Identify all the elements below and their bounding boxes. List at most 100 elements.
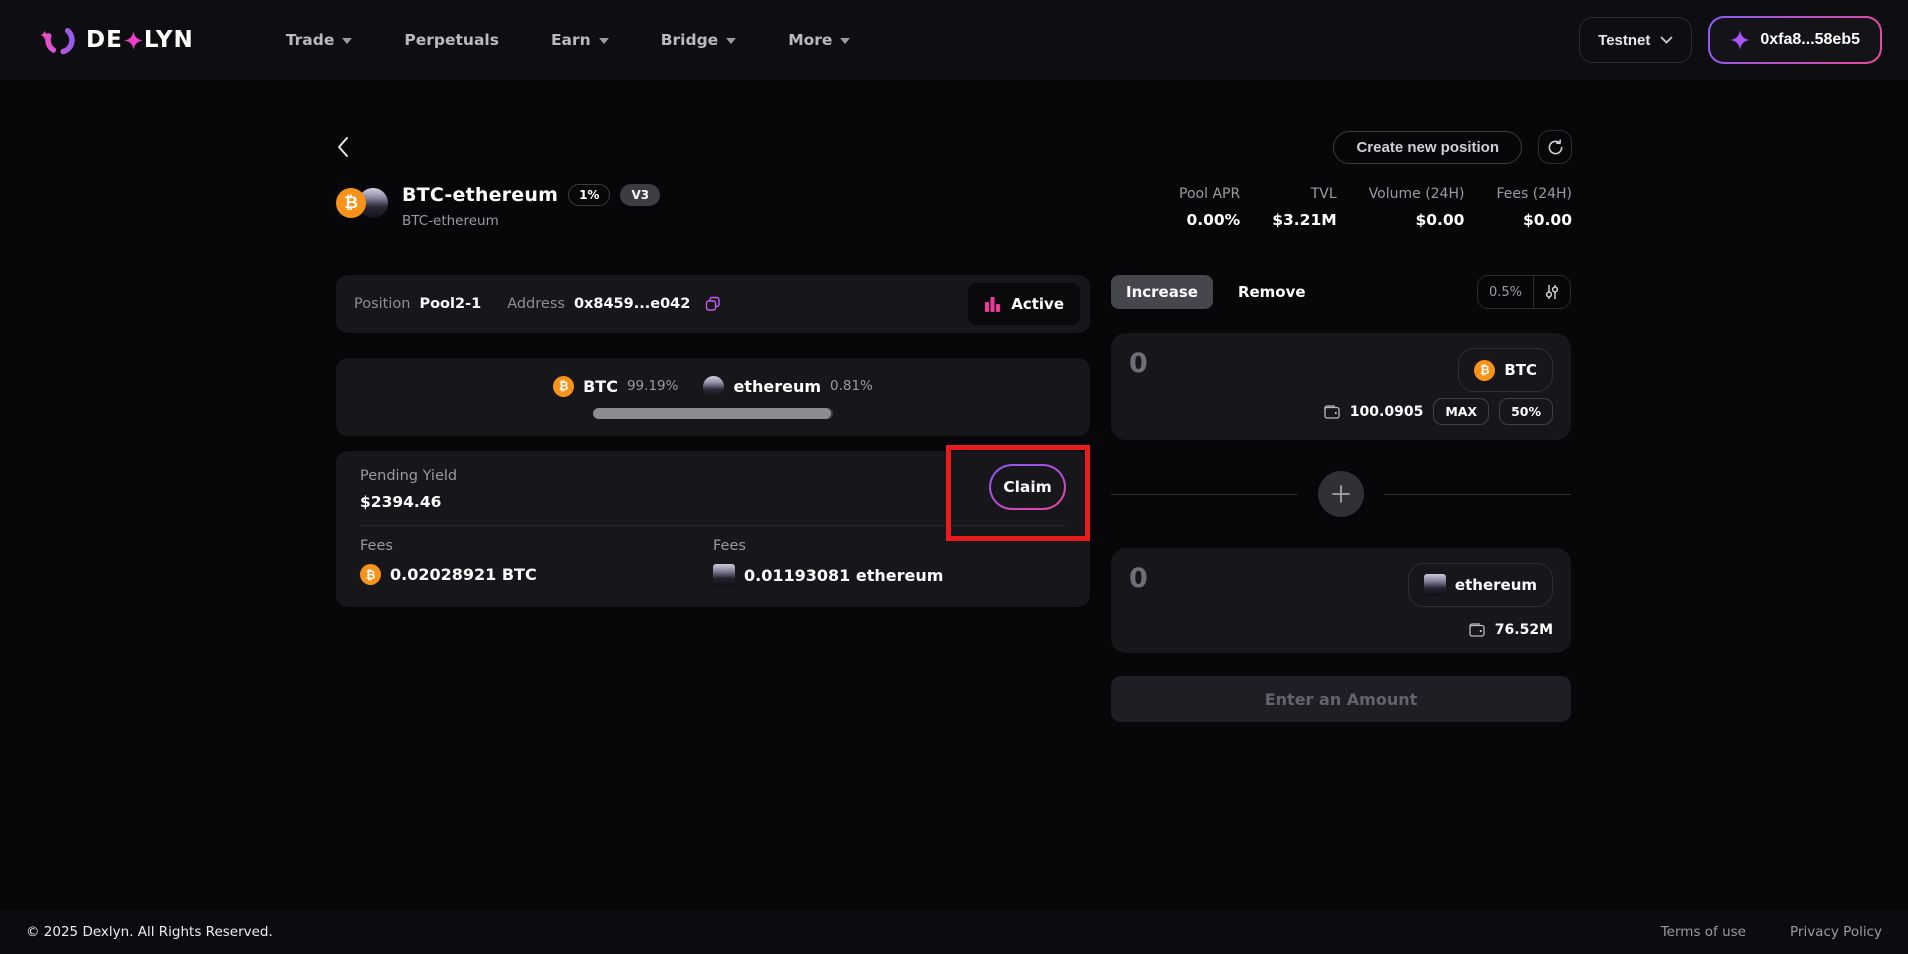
ethereum-icon [713, 564, 735, 586]
wallet-star-icon [1730, 30, 1750, 50]
claim-button[interactable]: Claim [989, 464, 1066, 510]
pool-subtitle: BTC-ethereum [402, 213, 660, 229]
fees-label: Fees [713, 538, 1066, 554]
refresh-button[interactable] [1538, 130, 1572, 164]
pool-token-icons: ₿ [336, 188, 388, 218]
divider-line [1384, 494, 1571, 495]
version-badge: V3 [620, 184, 660, 206]
nav-perpetuals[interactable]: Perpetuals [404, 31, 499, 49]
stat-label: Pool APR [1179, 186, 1240, 202]
token-a-symbol: BTC [1504, 361, 1537, 379]
stat-label: Fees (24H) [1496, 186, 1572, 202]
token-ratio-card: ₿ BTC 99.19% ethereum 0.81% [336, 358, 1090, 436]
fee-tier-badge: 1% [568, 184, 610, 206]
fees-ethereum-amount: 0.01193081 ethereum [744, 566, 943, 585]
copyright-text: © 2025 Dexlyn. All Rights Reserved. [26, 924, 273, 940]
nav-perpetuals-label: Perpetuals [404, 31, 499, 49]
nav-bridge-label: Bridge [661, 31, 718, 49]
fees-btc-column: Fees ₿ 0.02028921 BTC [360, 538, 713, 586]
brand-x-icon [124, 31, 143, 50]
wallet-icon [1469, 623, 1485, 637]
pool-stats: Pool APR 0.00% TVL $3.21M Volume (24H) $… [1179, 184, 1572, 229]
refresh-icon [1547, 139, 1564, 156]
main-content: Create new position ₿ BTC-ethereum 1% V3 [0, 80, 1908, 910]
wallet-icon [1324, 405, 1340, 419]
caret-down-icon [342, 38, 352, 44]
back-button[interactable] [336, 130, 370, 164]
caret-down-icon [599, 38, 609, 44]
slippage-settings: 0.5% [1477, 275, 1571, 309]
dexlyn-logo[interactable]: DELYN [40, 20, 194, 60]
max-button[interactable]: MAX [1433, 398, 1489, 425]
nav-more-label: More [788, 31, 832, 49]
divider [360, 525, 1066, 526]
nav-earn[interactable]: Earn [551, 31, 609, 49]
stat-value: 0.00% [1186, 211, 1240, 229]
token-b-amount-input[interactable] [1129, 563, 1329, 594]
create-new-position-button[interactable]: Create new position [1333, 131, 1522, 164]
ratio-token-b-symbol: ethereum [733, 377, 821, 396]
fees-ethereum-column: Fees 0.01193081 ethereum [713, 538, 1066, 586]
nav-earn-label: Earn [551, 31, 591, 49]
copy-address-icon[interactable] [705, 296, 721, 312]
stat-fees-24h: Fees (24H) $0.00 [1496, 186, 1572, 229]
pool-title: BTC-ethereum [402, 184, 558, 206]
ethereum-icon [703, 376, 724, 397]
token-a-input-card: ₿ BTC 100.0905 MAX 50% [1111, 333, 1571, 440]
nav-trade-label: Trade [286, 31, 335, 49]
btc-icon: ₿ [553, 376, 574, 397]
stat-label: TVL [1311, 186, 1337, 202]
caret-down-icon [840, 38, 850, 44]
status-text: Active [1011, 295, 1064, 313]
pool-header: ₿ BTC-ethereum 1% V3 BTC-ethereum [336, 184, 660, 229]
status-badge: Active [968, 283, 1080, 325]
btc-icon: ₿ [360, 564, 381, 585]
token-a-balance: 100.0905 [1350, 404, 1424, 420]
settings-sliders-icon[interactable] [1534, 276, 1570, 308]
nav-trade[interactable]: Trade [286, 31, 353, 49]
terms-of-use-link[interactable]: Terms of use [1661, 924, 1746, 940]
stat-label: Volume (24H) [1369, 186, 1465, 202]
ethereum-icon [1424, 574, 1446, 596]
wallet-address-button[interactable]: 0xfa8...58eb5 [1708, 16, 1882, 64]
token-a-amount-input[interactable] [1129, 348, 1329, 379]
address-value: 0x8459...e042 [574, 296, 690, 312]
stat-tvl: TVL $3.21M [1272, 186, 1336, 229]
caret-down-icon [726, 38, 736, 44]
position-value: Pool2-1 [419, 296, 481, 312]
network-name: Testnet [1598, 32, 1650, 49]
half-button[interactable]: 50% [1499, 398, 1553, 425]
top-navigation-bar: DELYN Trade Perpetuals Earn Bridge More … [0, 0, 1908, 80]
token-b-balance: 76.52M [1495, 622, 1553, 638]
stat-value: $3.21M [1272, 211, 1336, 229]
token-b-input-card: ethereum 76.52M [1111, 548, 1571, 653]
back-chevron-icon [336, 136, 349, 158]
chevron-down-icon [1660, 36, 1673, 44]
stat-volume-24h: Volume (24H) $0.00 [1369, 186, 1465, 229]
ratio-token-a-symbol: BTC [583, 377, 618, 396]
pending-yield-value: $2394.46 [360, 493, 1066, 511]
btc-icon: ₿ [1474, 360, 1495, 381]
tab-increase[interactable]: Increase [1111, 275, 1213, 309]
brand-wordmark: DELYN [86, 27, 194, 53]
enter-amount-button[interactable]: Enter an Amount [1111, 676, 1571, 722]
main-nav: Trade Perpetuals Earn Bridge More [286, 31, 851, 49]
pending-yield-label: Pending Yield [360, 468, 1066, 484]
fees-btc-amount: 0.02028921 BTC [390, 565, 537, 584]
ratio-progress-fill [593, 408, 831, 419]
manage-tabs: Increase Remove 0.5% [1111, 275, 1571, 309]
fees-label: Fees [360, 538, 713, 554]
tab-remove[interactable]: Remove [1238, 283, 1306, 301]
ratio-token-b-percent: 0.81% [830, 378, 873, 394]
header-right: Testnet 0xfa8...58eb5 [1579, 16, 1882, 64]
plus-icon[interactable] [1318, 471, 1364, 517]
nav-bridge[interactable]: Bridge [661, 31, 736, 49]
nav-more[interactable]: More [788, 31, 850, 49]
token-a-selector[interactable]: ₿ BTC [1458, 348, 1553, 392]
token-b-selector[interactable]: ethereum [1408, 563, 1553, 607]
ratio-progress-bar [593, 408, 833, 419]
network-selector-button[interactable]: Testnet [1579, 17, 1692, 63]
wallet-address-text: 0xfa8...58eb5 [1760, 31, 1860, 49]
privacy-policy-link[interactable]: Privacy Policy [1790, 924, 1882, 940]
stat-value: $0.00 [1523, 211, 1572, 229]
